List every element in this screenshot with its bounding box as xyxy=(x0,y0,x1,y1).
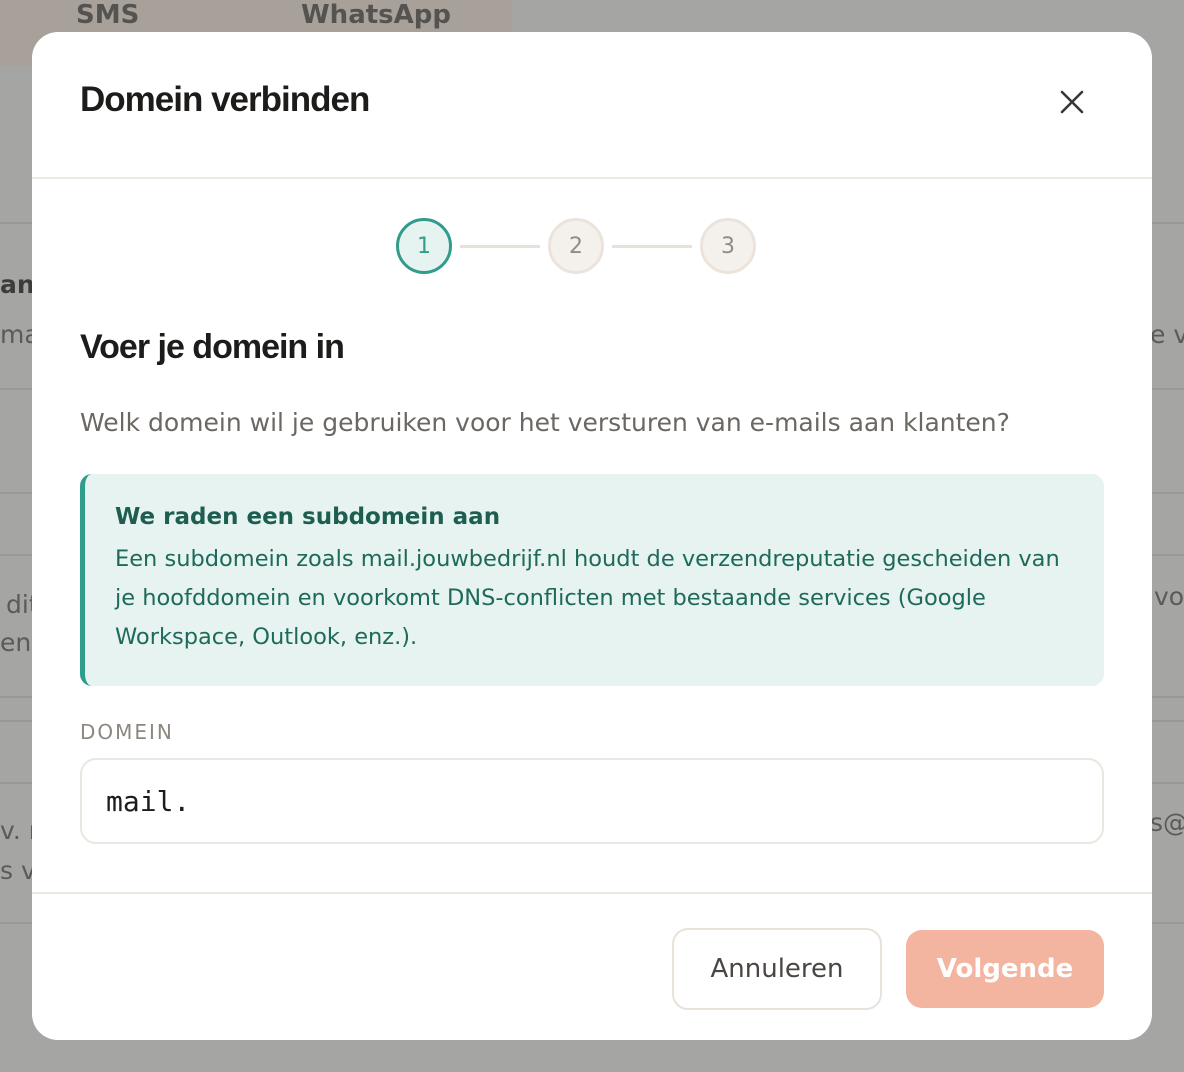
dialog-header: Domein verbinden xyxy=(32,32,1152,179)
dialog-title: Domein verbinden xyxy=(80,80,370,119)
section-description: Welk domein wil je gebruiken voor het ve… xyxy=(80,408,1010,437)
background-text: s@ xyxy=(1150,808,1184,837)
background-tab-sms: SMS xyxy=(76,0,140,30)
domain-input[interactable] xyxy=(80,758,1104,844)
close-button[interactable] xyxy=(1052,82,1092,122)
step-2: 2 xyxy=(548,218,604,274)
subdomain-recommendation: We raden een subdomein aan Een subdomein… xyxy=(80,474,1104,686)
step-connector xyxy=(460,244,540,248)
dialog-footer: Annuleren Volgende xyxy=(32,892,1152,1040)
cancel-button[interactable]: Annuleren xyxy=(672,928,882,1010)
step-3: 3 xyxy=(700,218,756,274)
info-text: Een subdomein zoals mail.jouwbedrijf.nl … xyxy=(115,546,1060,650)
step-indicator: 1 2 3 xyxy=(396,218,756,274)
close-icon xyxy=(1060,90,1084,114)
background-tab-whatsapp: WhatsApp xyxy=(301,0,451,30)
section-title: Voer je domein in xyxy=(80,328,345,366)
info-title: We raden een subdomein aan xyxy=(115,504,501,530)
connect-domain-dialog: Domein verbinden 1 2 3 Voer je domein in… xyxy=(32,32,1152,1040)
domain-field-label: DOMEIN xyxy=(80,720,174,744)
background-text: vo xyxy=(1154,582,1184,611)
background-text: e v xyxy=(1150,320,1184,349)
step-1: 1 xyxy=(396,218,452,274)
step-connector xyxy=(612,244,692,248)
next-button[interactable]: Volgende xyxy=(906,930,1104,1008)
